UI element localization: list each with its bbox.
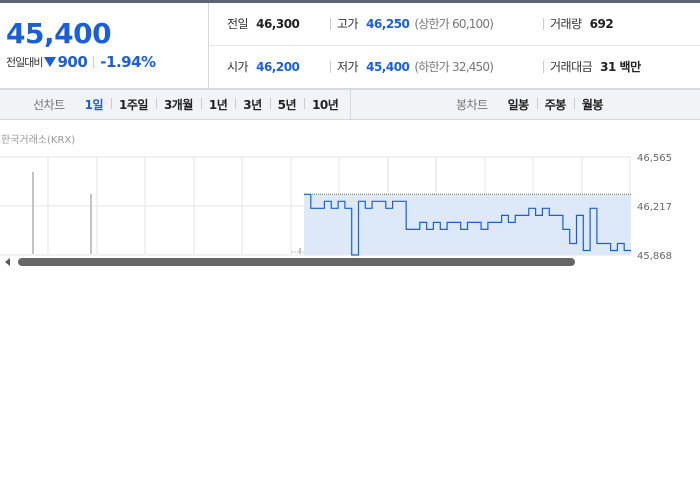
volume-bars	[32, 172, 301, 254]
scroll-thumb[interactable]	[18, 258, 575, 266]
y-tick-labels: 46,56546,21745,868	[637, 153, 672, 262]
y-tick-label: 46,565	[637, 153, 672, 164]
intraday-chart: 46,56546,21745,868	[0, 153, 672, 262]
y-tick-label: 46,217	[637, 202, 672, 213]
chart-scrollbar[interactable]	[0, 254, 700, 270]
price-area	[291, 193, 631, 256]
scroll-left-icon[interactable]	[5, 258, 10, 266]
